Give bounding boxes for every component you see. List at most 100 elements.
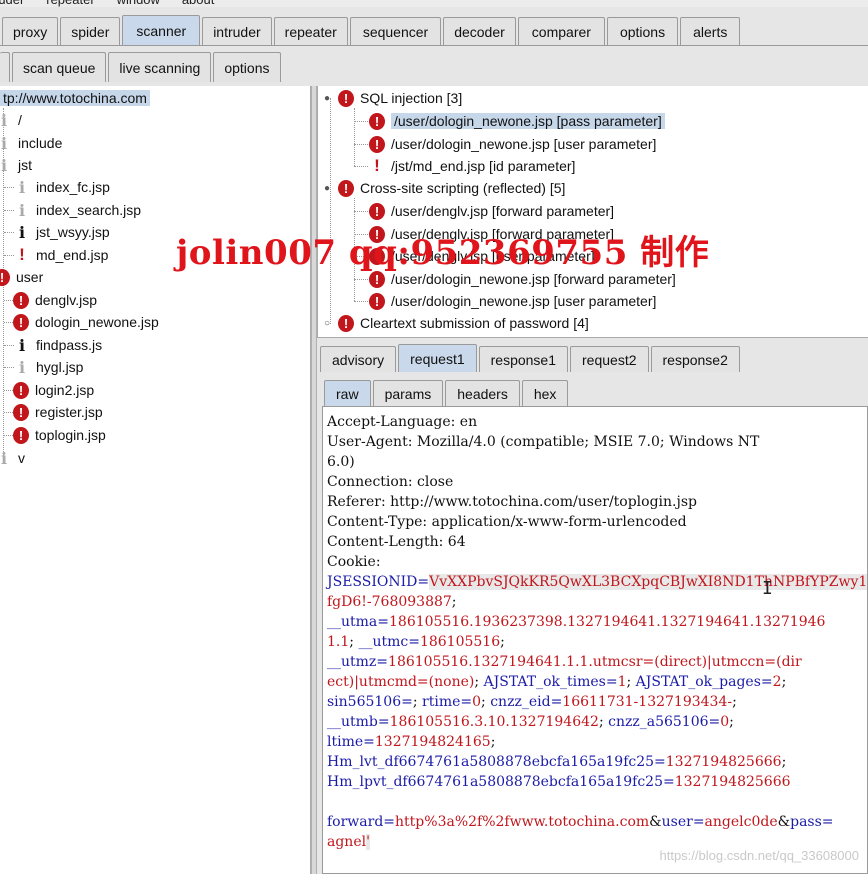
- issue-item[interactable]: ! /jst/md_end.jsp [id parameter]: [369, 155, 575, 177]
- alert-red-icon: !: [338, 314, 354, 332]
- tree-item-hygl[interactable]: i hygl.jsp: [14, 356, 84, 378]
- request-header-line: Referer: http://www.totochina.com/user/t…: [327, 494, 697, 510]
- issue-item[interactable]: ! /user/denglv.jsp [forward parameter]: [369, 200, 614, 222]
- cookie-value: 1: [617, 674, 627, 690]
- menu-about[interactable]: about: [182, 0, 215, 7]
- tree-item-index-search[interactable]: i index_search.jsp: [14, 199, 141, 221]
- scanner-subtabs: scan queue live scanning options: [0, 50, 310, 82]
- tab-advisory[interactable]: advisory: [320, 346, 397, 372]
- tab-scanner-options[interactable]: options: [213, 52, 281, 82]
- tab-decoder[interactable]: decoder: [443, 17, 516, 45]
- menu-intruder[interactable]: ruder: [0, 0, 24, 7]
- alert-red-icon: !: [13, 291, 29, 309]
- info-icon: i: [18, 335, 26, 355]
- issues-tree[interactable]: ● ! SQL injection [3] ! /user/dologin_ne…: [317, 86, 868, 338]
- expand-toggle-icon[interactable]: ○: [324, 318, 336, 329]
- tab-scanner[interactable]: scanner: [122, 15, 201, 45]
- tree-item-findpass[interactable]: i findpass.js: [14, 334, 102, 356]
- request-header-line: Connection: close: [327, 474, 454, 490]
- tab-raw[interactable]: raw: [324, 380, 371, 406]
- tree-item-v[interactable]: i v: [0, 447, 25, 469]
- cookie-value: 186105516.1936237398.1327194641.13271946…: [389, 614, 826, 630]
- cookie-key: rtime: [422, 694, 461, 710]
- issue-group-xss[interactable]: ● ! Cross-site scripting (reflected) [5]: [324, 177, 565, 199]
- cookie-value: 186105516.1327194641.1.1.utmcsr=(direct)…: [388, 654, 802, 670]
- tab-headers[interactable]: headers: [445, 380, 520, 406]
- tree-root[interactable]: tp://www.totochina.com: [0, 87, 150, 109]
- tab-scan-queue[interactable]: scan queue: [12, 52, 107, 82]
- cookie-value: 2: [772, 674, 782, 690]
- cookie-value: VvXXPbvSJQkKR5QwXL3BCXpqCBJwXI8ND1ThNPBf…: [429, 574, 867, 590]
- tree-item-dologin-newone[interactable]: ! dologin_newone.jsp: [13, 311, 159, 333]
- request-header-line: Content-Length: 64: [327, 534, 466, 550]
- tree-item-toplogin[interactable]: ! toplogin.jsp: [13, 424, 106, 446]
- exclamation-icon: !: [374, 156, 380, 175]
- tab-repeater[interactable]: repeater: [273, 17, 348, 45]
- tab-request1[interactable]: request1: [398, 344, 477, 372]
- tree-item-index-fc[interactable]: i index_fc.jsp: [14, 176, 110, 198]
- collapse-toggle-icon[interactable]: ●: [324, 183, 336, 194]
- tree-item-jst-wsyy[interactable]: i jst_wsyy.jsp: [14, 221, 110, 243]
- tab-proxy[interactable]: proxy: [2, 17, 59, 45]
- menu-repeater[interactable]: repeater: [46, 0, 94, 7]
- cookie-value: 0: [472, 694, 482, 710]
- alert-red-icon: !: [369, 202, 385, 220]
- request-header-line: Cookie:: [327, 554, 381, 570]
- tab-hex[interactable]: hex: [521, 380, 569, 406]
- issue-item[interactable]: ! /user/dologin_newone.jsp [user paramet…: [369, 133, 656, 155]
- tab-params[interactable]: params: [372, 380, 444, 406]
- tree-item-md-end[interactable]: ! md_end.jsp: [14, 244, 108, 266]
- cookie-value: ect)|utmcmd=(none): [327, 674, 475, 690]
- cookie-value: 16611731-1327193434-: [562, 694, 733, 710]
- cookie-value: 1327194825666: [665, 754, 782, 770]
- tab-alerts[interactable]: alerts: [680, 17, 741, 45]
- raw-request-editor[interactable]: Accept-Language: en User-Agent: Mozilla/…: [322, 406, 868, 874]
- cookie-key: cnzz_eid: [490, 694, 551, 710]
- cookie-key: Hm_lpvt_df6674761a5808878ebcfa165a19fc25: [327, 774, 663, 790]
- cookie-key: __utma: [327, 614, 378, 630]
- tab-options[interactable]: options: [606, 17, 679, 45]
- tab-response2[interactable]: response2: [650, 346, 740, 372]
- tab-response1[interactable]: response1: [478, 346, 569, 372]
- info-gray-icon: i: [18, 177, 26, 197]
- request-header-line: Accept-Language: en: [327, 414, 478, 430]
- main-tabs: proxy spider scanner intruder repeater s…: [0, 15, 868, 46]
- tree-item-jst[interactable]: i jst: [0, 154, 32, 176]
- tree-item-register[interactable]: ! register.jsp: [13, 401, 103, 423]
- tree-item-denglv[interactable]: ! denglv.jsp: [13, 289, 97, 311]
- tab-live-scanning[interactable]: live scanning: [108, 52, 212, 82]
- cookie-key: JSESSIONID: [327, 574, 418, 590]
- menu-bar: ruder repeater window about: [0, 0, 868, 7]
- alert-red-icon: !: [13, 403, 29, 421]
- watermark-text: jolin007 qq:952369755 制作: [176, 233, 710, 273]
- cookie-value: fgD6!-768093887: [327, 594, 452, 610]
- tab-site-map[interactable]: [0, 52, 10, 82]
- alert-red-icon: !: [0, 268, 10, 286]
- info-gray-icon: i: [0, 155, 8, 175]
- tab-sequencer[interactable]: sequencer: [349, 17, 442, 45]
- cookie-key: __utmc: [358, 634, 409, 650]
- body-param-value: angelc0de: [704, 814, 778, 830]
- tree-item-include[interactable]: i include: [0, 132, 62, 154]
- alert-red-icon: !: [338, 89, 354, 107]
- cookie-key: cnzz_a565106: [608, 714, 709, 730]
- issue-group-cleartext-password[interactable]: ○ ! Cleartext submission of password [4]: [324, 312, 589, 334]
- menu-window[interactable]: window: [117, 0, 160, 7]
- tab-comparer[interactable]: comparer: [517, 17, 605, 45]
- cookie-key: sin565106: [327, 694, 402, 710]
- collapse-toggle-icon[interactable]: ●: [324, 93, 336, 104]
- info-gray-icon: i: [0, 448, 8, 468]
- tree-item-slash[interactable]: i /: [0, 109, 22, 131]
- alert-red-icon: !: [369, 112, 385, 130]
- tree-item-user[interactable]: ! user: [0, 266, 43, 288]
- request-header-line: Content-Type: application/x-www-form-url…: [327, 514, 687, 530]
- tree-item-login2[interactable]: ! login2.jsp: [13, 379, 94, 401]
- site-map-tree[interactable]: tp://www.totochina.com i / i include i j…: [0, 86, 311, 874]
- issue-group-sql-injection[interactable]: ● ! SQL injection [3]: [324, 87, 462, 109]
- issue-item[interactable]: ! /user/dologin_newone.jsp [user paramet…: [369, 290, 656, 312]
- body-param-key: user: [661, 814, 693, 830]
- issue-item[interactable]: ! /user/dologin_newone.jsp [pass paramet…: [369, 110, 665, 132]
- tab-request2[interactable]: request2: [570, 346, 649, 372]
- tab-intruder[interactable]: intruder: [202, 17, 272, 45]
- tab-spider[interactable]: spider: [60, 17, 121, 45]
